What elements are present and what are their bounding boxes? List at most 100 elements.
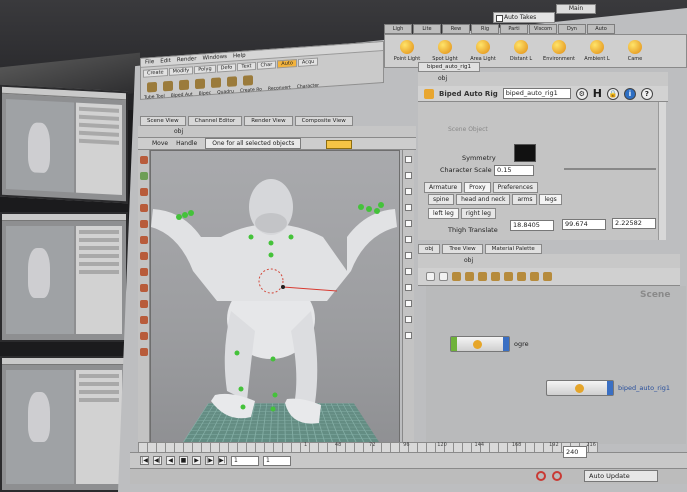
selection-mode-button[interactable] xyxy=(326,140,352,149)
paint-tool-icon[interactable] xyxy=(139,316,148,324)
display-option-icon[interactable] xyxy=(405,172,412,179)
shelf-tab[interactable]: Auto xyxy=(587,24,615,34)
biped-auto-rig-icon[interactable] xyxy=(163,80,173,92)
gorilla-character-model[interactable] xyxy=(151,151,400,446)
symmetry-color-swatch[interactable] xyxy=(514,144,536,162)
current-frame-field[interactable]: 1 xyxy=(231,455,259,466)
help-h-label[interactable]: H xyxy=(593,87,602,100)
biped-icon[interactable] xyxy=(179,79,189,91)
3d-viewport[interactable] xyxy=(150,150,400,446)
tab-scene-view[interactable]: Scene View xyxy=(140,116,186,126)
bone-tool-icon[interactable] xyxy=(139,332,148,340)
network-tool-icon[interactable] xyxy=(530,272,539,281)
shelf-tab-active[interactable]: Auto xyxy=(277,59,297,69)
tab-channel-editor[interactable]: Channel Editor xyxy=(187,116,243,126)
node-render-flag[interactable] xyxy=(503,337,509,351)
shelf-tab[interactable]: Lite xyxy=(413,24,441,34)
display-option-icon[interactable] xyxy=(405,204,412,211)
environment-light-tool[interactable]: Environment xyxy=(543,40,575,62)
network-tool-icon[interactable] xyxy=(543,272,552,281)
brush-tool-icon[interactable] xyxy=(139,284,148,292)
menu-windows[interactable]: Windows xyxy=(202,53,227,63)
desktop-selector[interactable]: Main xyxy=(556,4,596,14)
point-light-tool[interactable]: Point Light xyxy=(391,40,423,62)
node-display-flag[interactable] xyxy=(451,337,457,351)
tab-composite-view[interactable]: Composite View xyxy=(294,116,353,126)
tab-tree-view[interactable]: Tree View xyxy=(442,244,483,254)
end-frame-field[interactable]: 240 xyxy=(563,446,587,458)
tab-spine[interactable]: spine xyxy=(428,194,455,205)
spot-light-tool[interactable]: Spot Light xyxy=(429,40,461,62)
shelf-tab[interactable]: Rew xyxy=(442,24,470,34)
help-icon[interactable]: ? xyxy=(640,87,653,100)
menu-help[interactable]: Help xyxy=(233,52,246,61)
pose-tool-icon[interactable] xyxy=(139,220,148,228)
create-root-icon[interactable] xyxy=(211,77,221,89)
network-tool-icon[interactable] xyxy=(465,272,474,281)
tab-network-obj[interactable]: obj xyxy=(418,244,441,254)
camera-tool[interactable]: Came xyxy=(619,40,651,62)
stop-cook-icon[interactable] xyxy=(536,471,546,481)
tab-head-and-neck[interactable]: head and neck xyxy=(456,194,511,205)
tab-left-leg[interactable]: left leg xyxy=(428,208,459,219)
shelf-tab[interactable]: Modify xyxy=(168,66,194,76)
stop-icon[interactable]: ■ xyxy=(179,456,188,465)
jump-end-icon[interactable]: ▶| xyxy=(218,456,227,465)
thigh-translate-z[interactable]: 2.22582 xyxy=(612,218,656,229)
network-canvas[interactable] xyxy=(426,286,686,444)
start-frame-field[interactable]: 1 xyxy=(263,455,291,466)
node-name-field[interactable]: biped_auto_rig1 xyxy=(502,88,571,99)
step-back-icon[interactable]: ◀| xyxy=(153,456,162,465)
display-option-icon[interactable] xyxy=(405,156,412,163)
select-tool-icon[interactable] xyxy=(139,156,148,164)
display-option-icon[interactable] xyxy=(405,316,412,323)
step-forward-icon[interactable]: |▶ xyxy=(205,456,214,465)
auto-update-dropdown[interactable]: Auto Update xyxy=(584,470,658,482)
character-scale-field[interactable]: 0.15 xyxy=(494,165,534,176)
tab-legs[interactable]: legs xyxy=(539,194,562,205)
character-scale-slider[interactable] xyxy=(564,168,656,170)
distant-light-tool[interactable]: Distant L xyxy=(505,40,537,62)
auto-takes-checkbox[interactable]: Auto Takes xyxy=(493,12,555,23)
scale-tool-icon[interactable] xyxy=(139,204,148,212)
thigh-translate-x[interactable]: 18.8405 xyxy=(510,220,554,231)
tab-proxy[interactable]: Proxy xyxy=(464,182,491,193)
magnet-tool-icon[interactable] xyxy=(139,300,148,308)
node-ogre[interactable] xyxy=(450,336,510,352)
network-tool-icon[interactable] xyxy=(504,272,513,281)
area-light-tool[interactable]: Area Light xyxy=(467,40,499,62)
shelf-tab[interactable]: Ligh xyxy=(384,24,412,34)
ambient-light-tool[interactable]: Ambient L xyxy=(581,40,613,62)
shelf-tab[interactable]: Char xyxy=(256,60,277,70)
shelf-tab[interactable]: Polyg xyxy=(194,64,216,75)
display-option-icon[interactable] xyxy=(405,252,412,259)
selection-filter-dropdown[interactable]: One for all selected objects xyxy=(205,138,302,149)
quadruped-icon[interactable] xyxy=(195,78,205,90)
move-tool-icon[interactable] xyxy=(139,172,148,180)
handle-tool-icon[interactable] xyxy=(139,236,148,244)
display-option-icon[interactable] xyxy=(405,268,412,275)
tube-tool-icon[interactable] xyxy=(147,81,157,93)
shelf-tab[interactable]: Viscom xyxy=(529,24,557,34)
gear-icon[interactable]: ⚙ xyxy=(575,87,588,100)
tab-armature[interactable]: Armature xyxy=(424,182,463,193)
display-option-icon[interactable] xyxy=(405,300,412,307)
network-tool-icon[interactable] xyxy=(439,272,448,281)
tab-material-palette[interactable]: Material Palette xyxy=(484,244,542,254)
tab-arms[interactable]: arms xyxy=(512,194,538,205)
character-icon[interactable] xyxy=(243,75,253,86)
info-icon[interactable]: i xyxy=(623,87,636,100)
shelf-tab[interactable]: Defo xyxy=(216,63,237,73)
tab-right-leg[interactable]: right leg xyxy=(460,208,496,219)
network-tool-icon[interactable] xyxy=(478,272,487,281)
network-tool-icon[interactable] xyxy=(452,272,461,281)
shelf-tab[interactable]: Create xyxy=(143,68,168,78)
display-option-icon[interactable] xyxy=(405,188,412,195)
play-reverse-icon[interactable]: ◀ xyxy=(166,456,175,465)
scene-view-path[interactable]: obj xyxy=(138,126,416,138)
node-render-flag[interactable] xyxy=(607,381,613,395)
shelf-tab[interactable]: Acqu xyxy=(297,57,319,67)
menu-render[interactable]: Render xyxy=(177,55,197,64)
shelf-tab[interactable]: Parti xyxy=(500,24,528,34)
display-option-icon[interactable] xyxy=(405,236,412,243)
